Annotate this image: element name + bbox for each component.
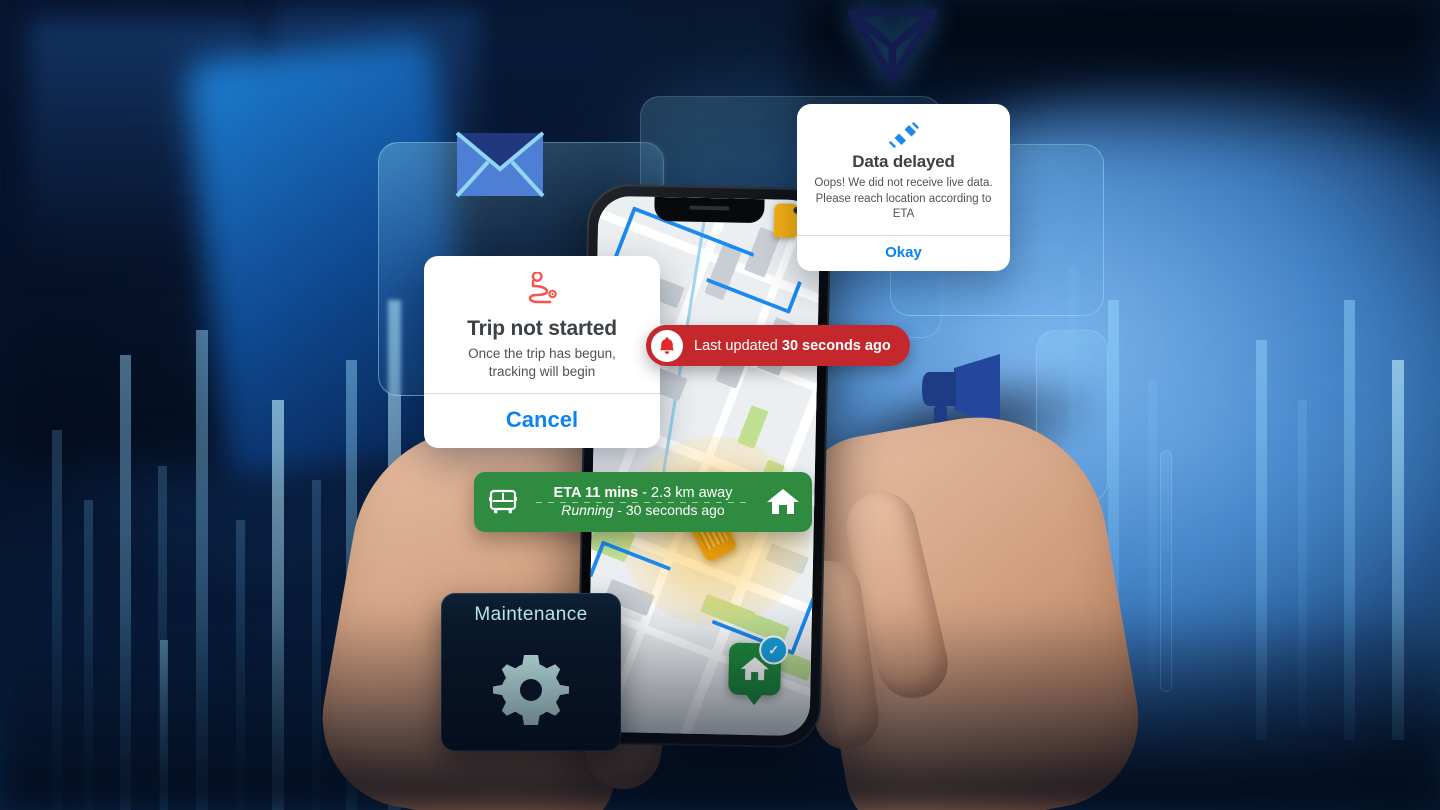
dialog-message-line2: Please reach location according to ETA bbox=[815, 192, 992, 221]
data-delayed-dialog: Data delayed Oops! We did not receive li… bbox=[797, 104, 1010, 271]
dialog-message-line2: tracking will begin bbox=[488, 363, 596, 379]
foreground-bottom-vignette bbox=[0, 610, 1440, 810]
eta-distance: - 2.3 km away bbox=[638, 485, 733, 502]
navigation-arrow-icon bbox=[847, 9, 938, 83]
eta-secondary-line: Running - 30 seconds ago bbox=[534, 502, 752, 520]
home-icon bbox=[767, 489, 799, 514]
home-icon-wrap bbox=[754, 487, 812, 517]
eta-status: Running bbox=[561, 502, 614, 519]
trip-not-started-dialog: Trip not started Once the trip has begun… bbox=[424, 256, 660, 448]
last-updated-value: 30 seconds ago bbox=[781, 337, 891, 354]
eta-updated: - 30 seconds ago bbox=[613, 502, 725, 519]
last-updated-badge[interactable]: Last updated 30 seconds ago bbox=[646, 325, 910, 366]
scene-root: ✓ Trip not started bbox=[0, 0, 1440, 810]
dialog-title: Trip not started bbox=[467, 317, 617, 340]
eta-primary-line: ETA 11 mins - 2.3 km away bbox=[534, 484, 752, 502]
phone-notch bbox=[654, 196, 765, 224]
bus-icon-wrap bbox=[474, 487, 532, 517]
okay-button[interactable]: Okay bbox=[797, 236, 1010, 271]
dialog-title: Data delayed bbox=[852, 152, 955, 171]
dialog-message-line1: Once the trip has begun, bbox=[468, 346, 616, 361]
bell-icon bbox=[660, 337, 674, 354]
route-icon bbox=[528, 272, 557, 304]
eta-status-bar[interactable]: ETA 11 mins - 2.3 km away Running - 30 s… bbox=[474, 472, 812, 532]
eta-value: ETA 11 mins bbox=[553, 485, 639, 502]
phone-speaker bbox=[689, 205, 730, 211]
progress-dashed-line bbox=[536, 502, 750, 503]
cancel-button[interactable]: Cancel bbox=[424, 394, 660, 448]
dialog-message-line1: Oops! We did not receive live data. bbox=[814, 177, 993, 189]
envelope-icon bbox=[455, 131, 545, 198]
bell-icon-circle bbox=[651, 329, 683, 362]
last-updated-prefix: Last updated bbox=[694, 337, 782, 354]
last-updated-text: Last updated 30 seconds ago bbox=[694, 338, 891, 354]
disconnected-plug-icon bbox=[888, 122, 919, 148]
bus-icon bbox=[489, 489, 517, 514]
